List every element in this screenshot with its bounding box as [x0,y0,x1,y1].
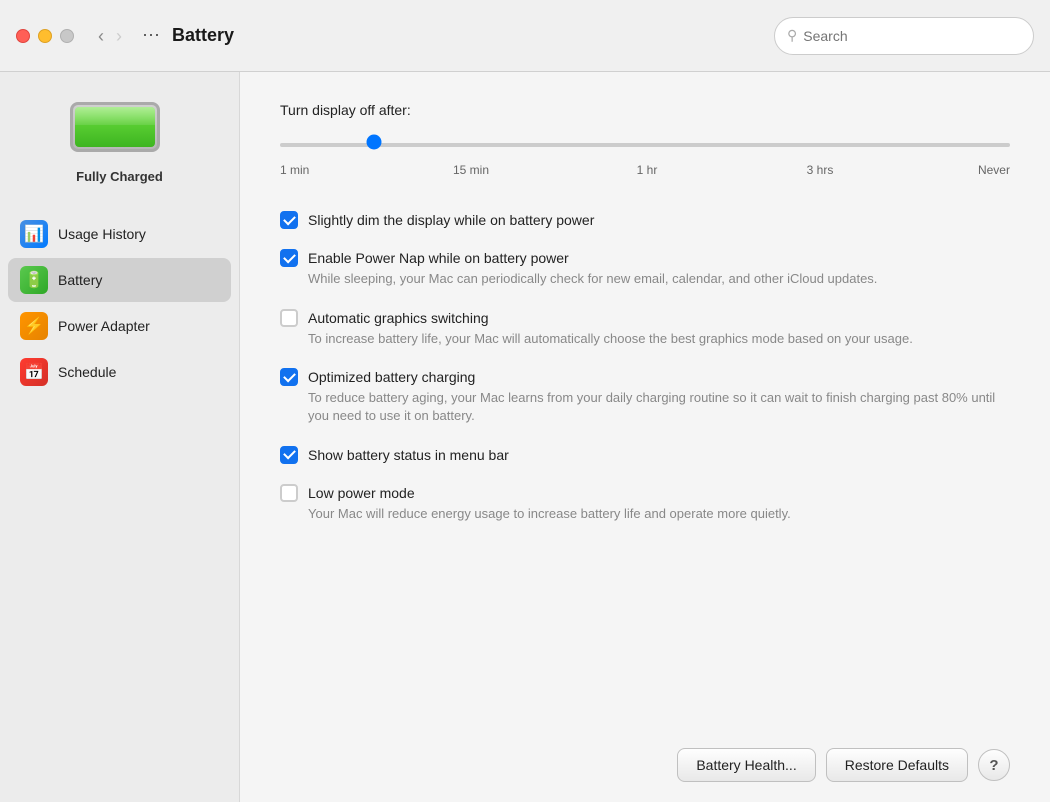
optimized-charging-checkbox[interactable] [280,368,298,386]
slider-tick-labels: 1 min 15 min 1 hr 3 hrs Never [280,163,1010,177]
sidebar-item-battery[interactable]: 🔋 Battery [8,258,231,302]
battery-body [70,102,160,152]
auto-graphics-checkbox-wrap[interactable]: Automatic graphics switching [280,309,1010,327]
minimize-button[interactable] [38,29,52,43]
power-nap-checkbox[interactable] [280,249,298,267]
battery-icon: 🔋 [20,266,48,294]
slider-container [280,132,1010,157]
dim-display-label: Slightly dim the display while on batter… [308,211,594,229]
low-power-label: Low power mode [308,484,415,502]
low-power-checkbox[interactable] [280,484,298,502]
low-power-description: Your Mac will reduce energy usage to inc… [308,505,1010,523]
option-main-optimized-charging: Optimized battery charging [280,368,1010,386]
sidebar-item-usage-history-label: Usage History [58,226,146,242]
power-nap-description: While sleeping, your Mac can periodicall… [308,270,1010,288]
battery-status-label: Fully Charged [76,169,163,184]
titlebar: ‹ › ⋯ Battery ⚲ [0,0,1050,72]
main-layout: Fully Charged 📊 Usage History 🔋 Battery … [0,72,1050,802]
display-sleep-slider[interactable] [280,132,1010,152]
tick-3hrs: 3 hrs [805,163,835,177]
option-main-dim-display: Slightly dim the display while on batter… [280,211,1010,229]
maximize-button[interactable] [60,29,74,43]
display-sleep-slider-section: Turn display off after: 1 min 15 min 1 h… [280,102,1010,177]
show-status-label: Show battery status in menu bar [308,446,509,464]
option-row-auto-graphics: Automatic graphics switching To increase… [280,299,1010,358]
optimized-charging-description: To reduce battery aging, your Mac learns… [308,389,1010,425]
forward-button[interactable]: › [112,25,126,47]
option-main-low-power: Low power mode [280,484,1010,502]
tick-15min: 15 min [453,163,489,177]
show-status-checkbox-wrap[interactable]: Show battery status in menu bar [280,446,1010,464]
auto-graphics-label: Automatic graphics switching [308,309,489,327]
option-row-optimized-charging: Optimized battery charging To reduce bat… [280,358,1010,436]
power-nap-label: Enable Power Nap while on battery power [308,249,569,267]
option-row-show-status: Show battery status in menu bar [280,436,1010,474]
sidebar-item-usage-history[interactable]: 📊 Usage History [8,212,231,256]
help-button[interactable]: ? [978,749,1010,781]
sidebar-item-schedule-label: Schedule [58,364,116,380]
search-icon: ⚲ [787,27,797,44]
battery-sheen [75,107,155,125]
battery-health-button[interactable]: Battery Health... [677,748,815,782]
power-nap-checkbox-wrap[interactable]: Enable Power Nap while on battery power [280,249,1010,267]
restore-defaults-button[interactable]: Restore Defaults [826,748,968,782]
bottom-bar: Battery Health... Restore Defaults ? [280,728,1010,782]
sidebar-item-power-adapter[interactable]: ⚡ Power Adapter [8,304,231,348]
battery-terminal [159,117,160,137]
option-row-low-power: Low power mode Your Mac will reduce ener… [280,474,1010,533]
titlebar-title: Battery [172,25,234,46]
sidebar: Fully Charged 📊 Usage History 🔋 Battery … [0,72,240,802]
power-adapter-icon: ⚡ [20,312,48,340]
option-main-auto-graphics: Automatic graphics switching [280,309,1010,327]
auto-graphics-description: To increase battery life, your Mac will … [308,330,1010,348]
dim-display-checkbox[interactable] [280,211,298,229]
schedule-icon: 📅 [20,358,48,386]
option-main-show-status: Show battery status in menu bar [280,446,1010,464]
dim-display-checkbox-wrap[interactable]: Slightly dim the display while on batter… [280,211,1010,229]
optimized-charging-checkbox-wrap[interactable]: Optimized battery charging [280,368,1010,386]
search-input[interactable] [803,28,1021,44]
sidebar-nav: 📊 Usage History 🔋 Battery ⚡ Power Adapte… [0,212,239,394]
tick-1hr: 1 hr [632,163,662,177]
sidebar-item-power-adapter-label: Power Adapter [58,318,150,334]
grid-icon[interactable]: ⋯ [142,25,160,46]
show-status-checkbox[interactable] [280,446,298,464]
slider-label: Turn display off after: [280,102,1010,118]
option-main-power-nap: Enable Power Nap while on battery power [280,249,1010,267]
options-list: Slightly dim the display while on batter… [280,201,1010,533]
tick-never: Never [978,163,1010,177]
usage-history-icon: 📊 [20,220,48,248]
back-button[interactable]: ‹ [94,25,108,47]
tick-1min: 1 min [280,163,310,177]
option-row-power-nap: Enable Power Nap while on battery power … [280,239,1010,298]
optimized-charging-label: Optimized battery charging [308,368,475,386]
sidebar-item-battery-label: Battery [58,272,102,288]
sidebar-item-schedule[interactable]: 📅 Schedule [8,350,231,394]
low-power-checkbox-wrap[interactable]: Low power mode [280,484,1010,502]
nav-arrows: ‹ › [94,25,126,47]
option-row-dim-display: Slightly dim the display while on batter… [280,201,1010,239]
close-button[interactable] [16,29,30,43]
traffic-lights [16,29,74,43]
battery-graphic [70,102,170,157]
auto-graphics-checkbox[interactable] [280,309,298,327]
search-box: ⚲ [774,17,1034,55]
content-area: Turn display off after: 1 min 15 min 1 h… [240,72,1050,802]
